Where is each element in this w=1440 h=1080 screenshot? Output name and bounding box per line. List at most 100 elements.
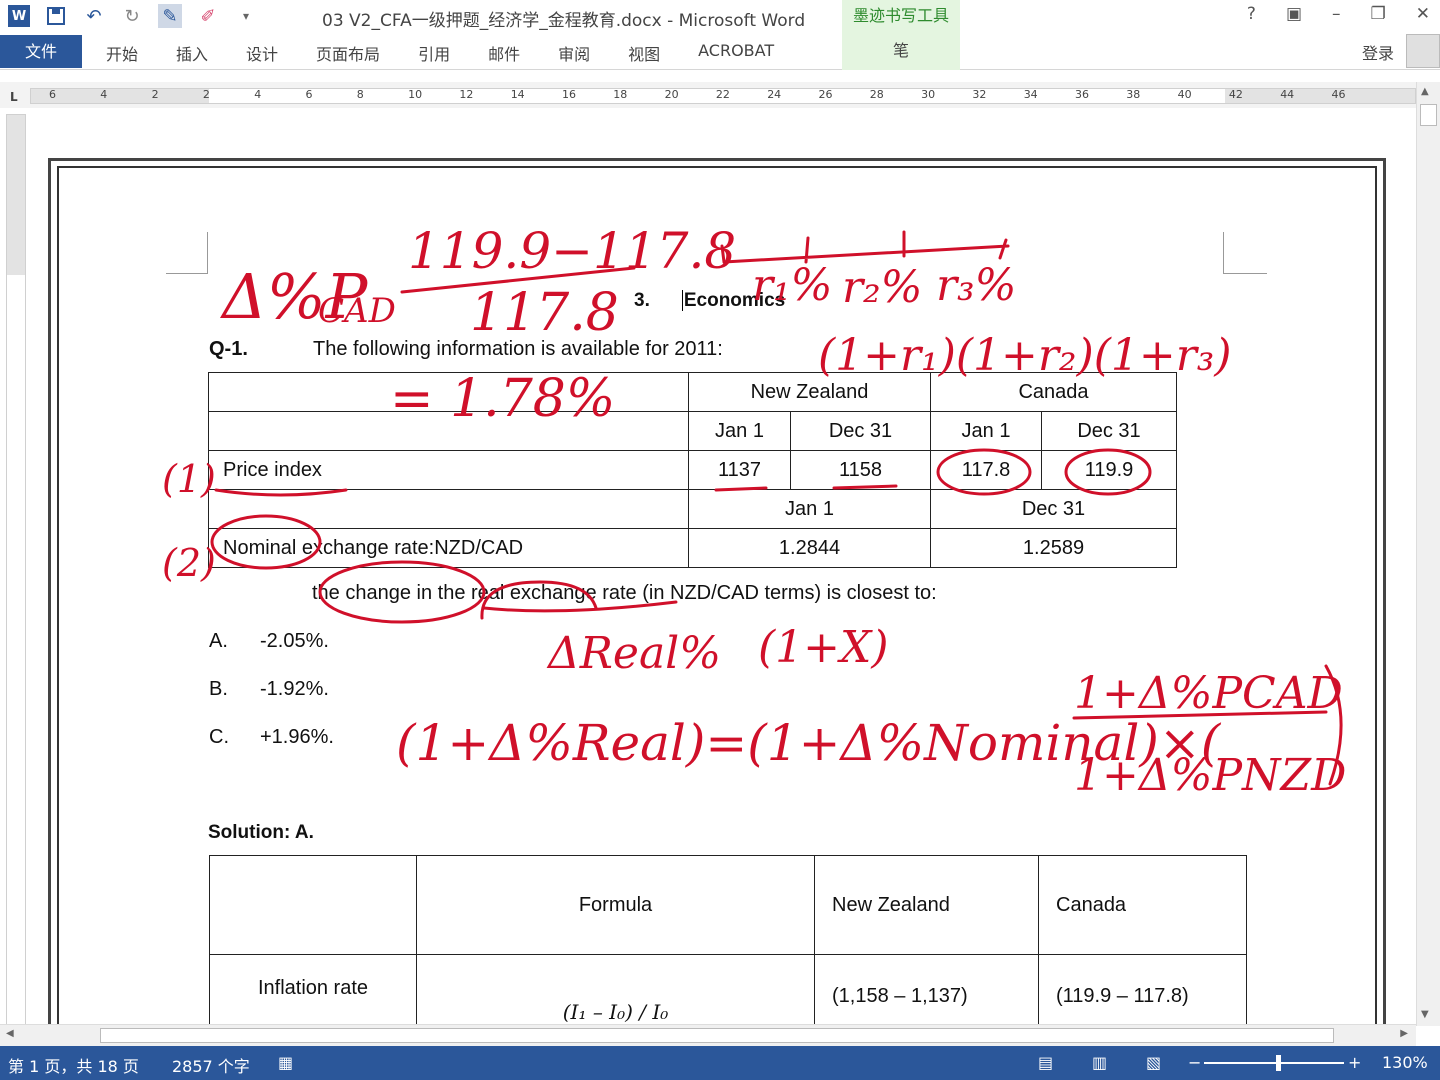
sign-in-link[interactable]: 登录 <box>1362 40 1394 64</box>
option-b[interactable]: B. -1.92%. <box>209 678 329 701</box>
ink-pen-icon[interactable]: ✎ <box>158 4 182 28</box>
table-row: Jan 1 Dec 31 Jan 1 Dec 31 <box>208 411 1177 451</box>
print-layout-icon[interactable]: ▥ <box>1092 1053 1107 1072</box>
scroll-left-icon[interactable]: ◀ <box>6 1028 14 1039</box>
table-cell: Jan 1 <box>688 411 791 451</box>
tab-view[interactable]: 视图 <box>628 41 660 65</box>
solution-heading[interactable]: Solution: A. <box>208 822 314 844</box>
proofing-icon[interactable]: ▦ <box>278 1053 293 1072</box>
title-bar: W ↶ ↻ ✎ ✐ ▾ 03 V2_CFA一级押题_经济学_金程教育.docx … <box>0 0 1440 32</box>
scroll-right-icon[interactable]: ▶ <box>1400 1028 1408 1039</box>
tab-page-layout[interactable]: 页面布局 <box>316 41 380 65</box>
option-text: -2.05%. <box>260 630 329 652</box>
question-text[interactable]: the change in the real exchange rate (in… <box>312 582 937 605</box>
tab-pen[interactable]: 笔 <box>842 32 960 70</box>
redo-icon[interactable]: ↻ <box>120 4 144 28</box>
scroll-up-icon[interactable]: ▲ <box>1421 86 1429 97</box>
table-row: Price index 1137 1158 117.8 119.9 <box>208 450 1177 490</box>
table-cell: (I₁ – I₀) / I₀ <box>416 954 815 1025</box>
ruler-mark: 42 <box>1228 88 1243 101</box>
page-count[interactable]: 第 1 页，共 18 页 <box>8 1053 139 1077</box>
table-cell: New Zealand <box>814 855 1039 955</box>
zoom-slider-thumb[interactable] <box>1276 1055 1281 1071</box>
ruler-mark: 36 <box>1075 88 1089 101</box>
ruler-mark: 46 <box>1331 88 1346 101</box>
ruler-mark: 4 <box>100 88 108 101</box>
table-row: Formula New Zealand Canada <box>209 855 1247 955</box>
table-cell: Dec 31 <box>1041 411 1177 451</box>
vertical-ruler-top-margin <box>7 115 25 275</box>
ruler-mark: 10 <box>408 88 423 101</box>
ruler-mark: 4 <box>254 88 262 101</box>
tab-insert[interactable]: 插入 <box>176 41 208 65</box>
ruler-track: 6 4 2 2 4 6 8 10 12 14 16 18 20 22 24 26 28 30 32 34 36 38 40 4… <box>30 88 1416 104</box>
option-text: +1.96%. <box>260 726 334 748</box>
question-intro-text: The following information is available f… <box>313 338 723 360</box>
heading-text: Economics <box>681 290 786 311</box>
tab-design[interactable]: 设计 <box>246 41 278 65</box>
vertical-scrollbar[interactable]: ▲ ▼ <box>1416 82 1440 1026</box>
option-c[interactable]: C. +1.96%. <box>209 726 334 749</box>
zoom-in-icon[interactable]: + <box>1348 1053 1361 1072</box>
table-cell: Dec 31 <box>790 411 931 451</box>
ruler-mark: 34 <box>1023 88 1038 101</box>
table-cell: Jan 1 <box>930 411 1042 451</box>
undo-icon[interactable]: ↶ <box>82 4 106 28</box>
quick-access-toolbar: W ↶ ↻ ✎ ✐ ▾ <box>8 4 258 28</box>
tab-mailings[interactable]: 邮件 <box>488 41 520 65</box>
option-a[interactable]: A. -2.05%. <box>209 630 329 653</box>
zoom-level[interactable]: 130% <box>1382 1053 1428 1072</box>
vertical-ruler[interactable] <box>6 114 26 1026</box>
heading-number: 3. <box>634 290 650 311</box>
table-cell: Formula <box>416 855 815 955</box>
table-cell: Dec 31 <box>930 489 1177 529</box>
close-button[interactable]: ✕ <box>1416 4 1430 24</box>
data-table[interactable]: New Zealand Canada Jan 1 Dec 31 Jan 1 De… <box>208 372 1177 568</box>
save-icon[interactable] <box>44 4 68 28</box>
table-cell: Jan 1 <box>688 489 931 529</box>
help-icon[interactable]: ? <box>1247 4 1256 24</box>
tab-references[interactable]: 引用 <box>418 41 450 65</box>
web-layout-icon[interactable]: ▧ <box>1146 1053 1161 1072</box>
table-cell: Canada <box>930 372 1177 412</box>
scrollbar-thumb[interactable] <box>1420 104 1437 126</box>
scrollbar-thumb[interactable] <box>100 1028 1334 1043</box>
solution-table[interactable]: Formula New Zealand Canada Inflation rat… <box>209 855 1247 1025</box>
ruler-mark: 6 <box>49 88 56 101</box>
table-cell: 1.2589 <box>930 528 1177 568</box>
table-cell <box>208 489 689 529</box>
table-cell: Canada <box>1038 855 1247 955</box>
ruler-mark: 22 <box>715 88 730 101</box>
table-cell: Price index <box>208 450 689 490</box>
crop-mark-left <box>166 232 208 274</box>
horizontal-scrollbar[interactable]: ◀ ▶ <box>0 1024 1416 1046</box>
tab-home[interactable]: 开始 <box>106 41 138 65</box>
horizontal-ruler[interactable]: L 6 4 2 2 4 6 8 10 12 14 16 18 20 22 24 26 28 30 32 34 36 38 4… <box>0 82 1440 108</box>
minimize-button[interactable]: – <box>1332 4 1341 24</box>
section-heading[interactable]: 3. Economics <box>634 290 786 312</box>
tab-acrobat[interactable]: ACROBAT <box>698 41 774 65</box>
table-cell: 119.9 <box>1041 450 1177 490</box>
tab-selector-icon[interactable]: L <box>10 90 18 104</box>
table-cell: (1,158 – 1,137) <box>814 954 1039 1025</box>
eraser-icon[interactable]: ✐ <box>196 4 220 28</box>
table-cell: Inflation rate <box>209 954 417 1025</box>
read-mode-icon[interactable]: ▤ <box>1038 1053 1053 1072</box>
question-intro[interactable]: Q-1. The following information is availab… <box>209 338 723 361</box>
tab-file[interactable]: 文件 <box>0 35 82 68</box>
word-count[interactable]: 2857 个字 <box>172 1053 250 1077</box>
scroll-down-icon[interactable]: ▼ <box>1421 1009 1429 1020</box>
ribbon-display-icon[interactable]: ▣ <box>1286 4 1302 24</box>
restore-button[interactable]: ❐ <box>1371 4 1386 24</box>
table-cell: New Zealand <box>688 372 931 412</box>
table-cell: Nominal exchange rate:NZD/CAD <box>208 528 689 568</box>
zoom-slider[interactable] <box>1204 1055 1344 1071</box>
ribbon-tabs: 开始 插入 设计 页面布局 引用 邮件 审阅 视图 ACROBAT <box>106 41 812 65</box>
ruler-mark: 2 <box>151 88 159 101</box>
zoom-out-icon[interactable]: − <box>1188 1053 1201 1072</box>
option-letter: C. <box>209 726 229 748</box>
ruler-mark: 28 <box>869 88 884 101</box>
customize-toolbar-icon[interactable]: ▾ <box>234 4 258 28</box>
avatar[interactable] <box>1406 34 1440 68</box>
tab-review[interactable]: 审阅 <box>558 41 590 65</box>
